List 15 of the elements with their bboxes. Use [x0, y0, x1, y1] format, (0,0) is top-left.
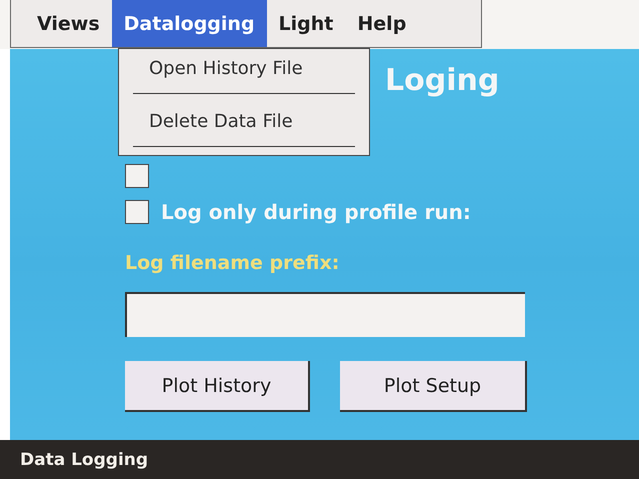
- menu-item[interactable]: Light: [266, 0, 346, 47]
- menu-item[interactable]: Datalogging: [112, 0, 267, 47]
- menu-option[interactable]: Delete Data File: [133, 108, 355, 146]
- checkbox[interactable]: [125, 200, 149, 224]
- menu-item[interactable]: Help: [345, 0, 418, 47]
- heading: Loging: [385, 63, 500, 98]
- menu-option[interactable]: Open History File: [133, 55, 355, 93]
- menu-item[interactable]: Views: [25, 0, 112, 47]
- action-button[interactable]: Plot Setup: [340, 361, 527, 412]
- input-field[interactable]: [125, 292, 525, 337]
- checkbox[interactable]: [125, 164, 149, 188]
- action-button[interactable]: Plot History: [125, 361, 310, 412]
- checkbox-label: Log only during profile run:: [161, 200, 471, 224]
- field-label: Log filename prefix:: [125, 252, 340, 274]
- status-text: Data Logging: [20, 450, 148, 470]
